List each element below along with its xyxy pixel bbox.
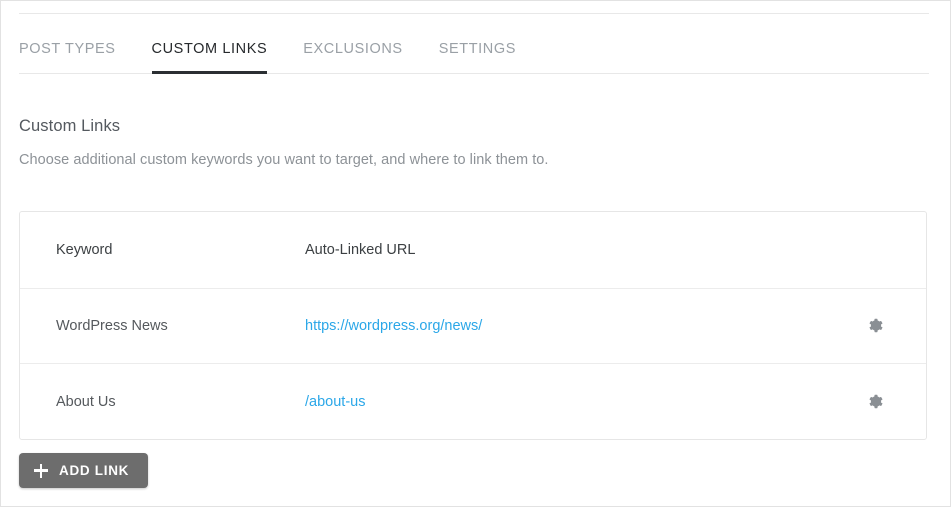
row-keyword: WordPress News xyxy=(56,318,168,334)
row-url-cell: https://wordpress.org/news/ xyxy=(305,318,826,334)
row-url-link[interactable]: https://wordpress.org/news/ xyxy=(305,318,482,334)
page-description: Choose additional custom keywords you wa… xyxy=(19,152,549,168)
row-url-link[interactable]: /about-us xyxy=(305,394,365,410)
settings-page: POST TYPES CUSTOM LINKS EXCLUSIONS SETTI… xyxy=(0,0,951,507)
row-actions xyxy=(826,394,926,410)
column-header-url: Auto-Linked URL xyxy=(305,242,416,258)
tab-post-types-label: POST TYPES xyxy=(19,40,116,57)
table-row: WordPress News https://wordpress.org/new… xyxy=(20,289,926,364)
add-link-button-label: ADD LINK xyxy=(59,463,130,478)
table-row: About Us /about-us xyxy=(20,364,926,439)
custom-links-table: Keyword Auto-Linked URL WordPress News h… xyxy=(19,211,927,440)
row-actions xyxy=(826,318,926,334)
tab-exclusions[interactable]: EXCLUSIONS xyxy=(303,40,403,74)
tab-settings[interactable]: SETTINGS xyxy=(438,40,517,74)
add-link-button[interactable]: ADD LINK xyxy=(19,453,149,488)
page-title: Custom Links xyxy=(19,117,121,135)
plus-icon xyxy=(34,463,48,478)
tab-list: POST TYPES CUSTOM LINKS EXCLUSIONS SETTI… xyxy=(19,14,929,74)
table-header-row: Keyword Auto-Linked URL xyxy=(20,212,926,289)
row-url-cell: /about-us xyxy=(305,394,826,410)
tab-bar: POST TYPES CUSTOM LINKS EXCLUSIONS SETTI… xyxy=(19,13,929,74)
tab-settings-label: SETTINGS xyxy=(438,40,517,57)
tab-post-types[interactable]: POST TYPES xyxy=(19,40,116,74)
row-keyword: About Us xyxy=(56,393,116,410)
tab-custom-links-label: CUSTOM LINKS xyxy=(151,40,268,57)
gear-icon[interactable] xyxy=(868,394,884,410)
gear-icon[interactable] xyxy=(868,318,884,334)
tab-exclusions-label: EXCLUSIONS xyxy=(303,40,403,57)
tab-custom-links[interactable]: CUSTOM LINKS xyxy=(151,40,268,74)
column-header-keyword: Keyword xyxy=(56,242,113,258)
